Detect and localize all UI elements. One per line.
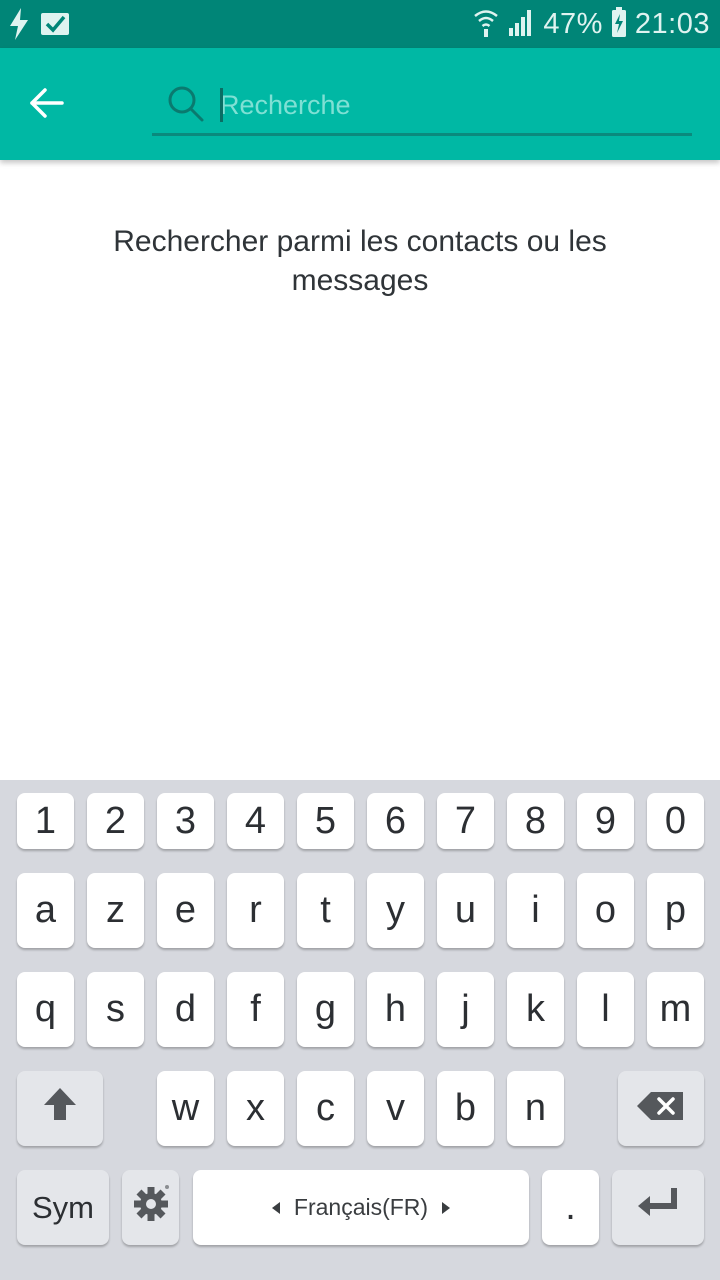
keyboard: 1 2 3 4 5 6 7 8 9 0 a z e r t y u i o p … [0,780,720,1280]
key-j[interactable]: j [437,972,494,1047]
key-w[interactable]: w [157,1071,214,1146]
key-m[interactable]: m [647,972,704,1047]
status-bar: 47% 21:03 [0,0,720,48]
space-language-label: Français(FR) [293,1194,429,1220]
key-v[interactable]: v [367,1071,424,1146]
key-9[interactable]: 9 [577,793,634,849]
search-icon [166,84,206,129]
arrow-left-icon [29,87,65,124]
chevron-left-icon [271,1201,280,1214]
wifi-icon [473,7,499,42]
key-d[interactable]: d [157,972,214,1047]
gear-icon [131,1183,171,1233]
enter-key[interactable] [612,1170,704,1245]
clock: 21:03 [634,7,710,40]
shift-key[interactable] [17,1071,103,1146]
key-q[interactable]: q [17,972,74,1047]
text-cursor [220,88,223,122]
key-f[interactable]: f [227,972,284,1047]
flash-icon [8,8,30,45]
key-g[interactable]: g [297,972,354,1047]
key-r[interactable]: r [227,873,284,948]
sym-key[interactable]: Sym [17,1170,109,1245]
backspace-key[interactable] [618,1071,704,1146]
key-o[interactable]: o [577,873,634,948]
key-1[interactable]: 1 [17,793,74,849]
search-hint: Rechercher parmi les contacts ou les mes… [113,225,607,297]
settings-key[interactable] [122,1170,179,1245]
key-l[interactable]: l [577,972,634,1047]
key-b[interactable]: b [437,1071,494,1146]
key-s[interactable]: s [87,972,144,1047]
key-7[interactable]: 7 [437,793,494,849]
key-h[interactable]: h [367,972,424,1047]
key-p[interactable]: p [647,873,704,948]
key-4[interactable]: 4 [227,793,284,849]
battery-charging-icon [611,6,627,42]
key-t[interactable]: t [297,873,354,948]
key-x[interactable]: x [227,1071,284,1146]
key-n[interactable]: n [507,1071,564,1146]
key-e[interactable]: e [157,873,214,948]
key-6[interactable]: 6 [367,793,424,849]
key-2[interactable]: 2 [87,793,144,849]
key-u[interactable]: u [437,873,494,948]
search-input[interactable] [220,82,660,128]
key-3[interactable]: 3 [157,793,214,849]
key-k[interactable]: k [507,972,564,1047]
period-key[interactable]: . [542,1170,599,1245]
backspace-icon [637,1087,685,1130]
key-c[interactable]: c [297,1071,354,1146]
shift-arrow-icon [42,1086,78,1132]
chevron-right-icon [442,1201,451,1214]
key-0[interactable]: 0 [647,793,704,849]
search-app-bar [0,48,720,160]
key-a[interactable]: a [17,873,74,948]
key-5[interactable]: 5 [297,793,354,849]
back-button[interactable] [22,80,72,130]
battery-percent: 47% [543,7,603,40]
space-key[interactable]: Français(FR) [193,1170,529,1245]
signal-icon [507,8,535,41]
checkbox-notification-icon [40,11,70,42]
search-field[interactable] [152,76,692,136]
key-y[interactable]: y [367,873,424,948]
key-8[interactable]: 8 [507,793,564,849]
key-z[interactable]: z [87,873,144,948]
enter-return-icon [636,1186,680,1230]
key-i[interactable]: i [507,873,564,948]
